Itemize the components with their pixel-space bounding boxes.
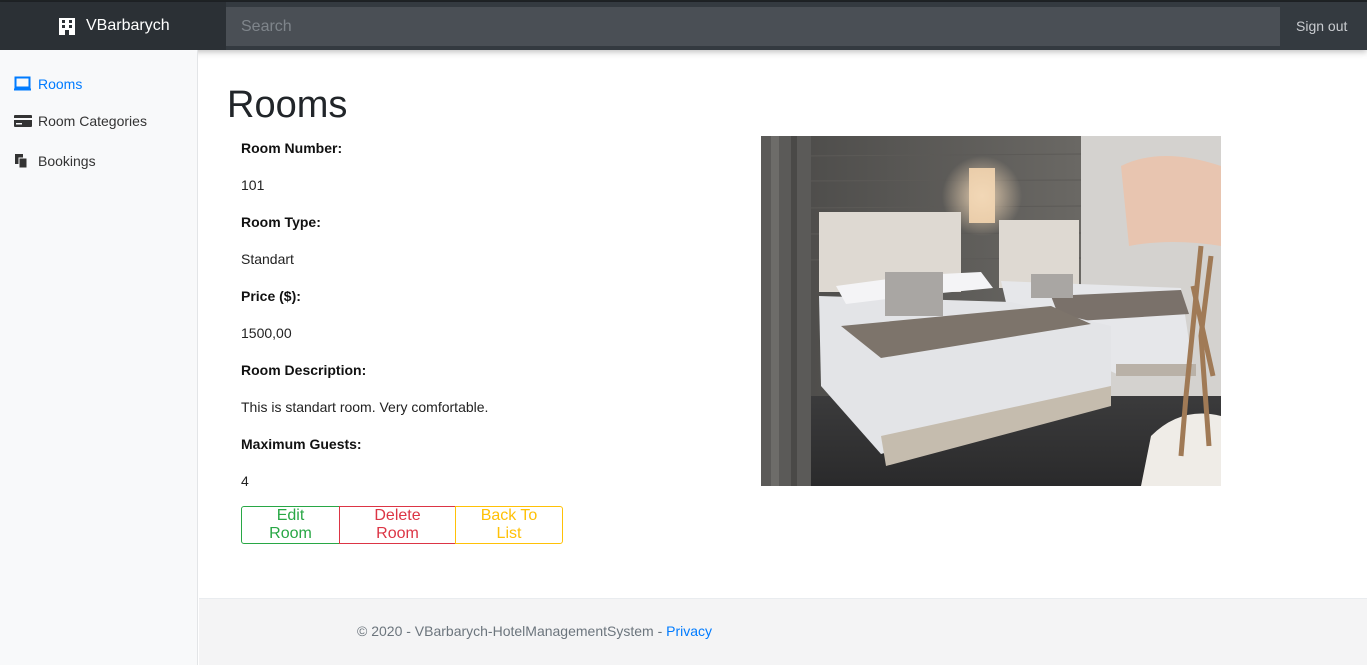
back-to-list-button[interactable]: Back To List <box>455 506 563 544</box>
room-type-value: Standart <box>241 251 294 267</box>
hotel-building-icon <box>58 17 76 35</box>
privacy-link[interactable]: Privacy <box>666 623 712 639</box>
maximum-guests-label: Maximum Guests: <box>241 436 362 452</box>
search-input[interactable] <box>226 7 1280 46</box>
sidebar-item-label: Bookings <box>38 153 96 169</box>
room-type-label: Room Type: <box>241 214 321 230</box>
room-description-label: Room Description: <box>241 362 367 378</box>
room-actions: Edit Room Delete Room Back To List <box>241 506 563 544</box>
sidebar-item-rooms[interactable]: Rooms <box>14 76 82 92</box>
price-value: 1500,00 <box>241 325 292 341</box>
footer: © 2020 - VBarbarych-HotelManagementSyste… <box>199 598 1367 665</box>
brand-link[interactable]: VBarbarych <box>0 2 226 50</box>
copyright-text: © 2020 - VBarbarych-HotelManagementSyste… <box>357 623 667 639</box>
room-description-value: This is standart room. Very comfortable. <box>241 399 489 415</box>
maximum-guests-value: 4 <box>241 473 249 489</box>
edit-room-button[interactable]: Edit Room <box>241 506 340 544</box>
sidebar: Rooms Room Categories Bookings <box>0 50 198 665</box>
room-number-value: 101 <box>241 177 265 193</box>
price-label: Price ($): <box>241 288 301 304</box>
sidebar-item-label: Room Categories <box>38 113 147 129</box>
documents-icon <box>14 153 32 169</box>
top-navbar: VBarbarych Sign out <box>0 2 1367 50</box>
sidebar-item-room-categories[interactable]: Room Categories <box>14 113 147 129</box>
monitor-icon <box>14 76 32 92</box>
brand-name: VBarbarych <box>86 17 170 34</box>
page-title: Rooms <box>227 84 348 126</box>
room-photo <box>761 136 1221 486</box>
footer-text: © 2020 - VBarbarych-HotelManagementSyste… <box>357 623 712 639</box>
room-number-label: Room Number: <box>241 140 343 156</box>
sidebar-item-label: Rooms <box>38 76 83 92</box>
sidebar-item-bookings[interactable]: Bookings <box>14 153 96 169</box>
delete-room-button[interactable]: Delete Room <box>339 506 456 544</box>
signout-link[interactable]: Sign out <box>1296 18 1347 34</box>
main-content: Rooms Room Number: 101 Room Type: Standa… <box>199 50 1367 598</box>
card-icon <box>14 113 32 129</box>
